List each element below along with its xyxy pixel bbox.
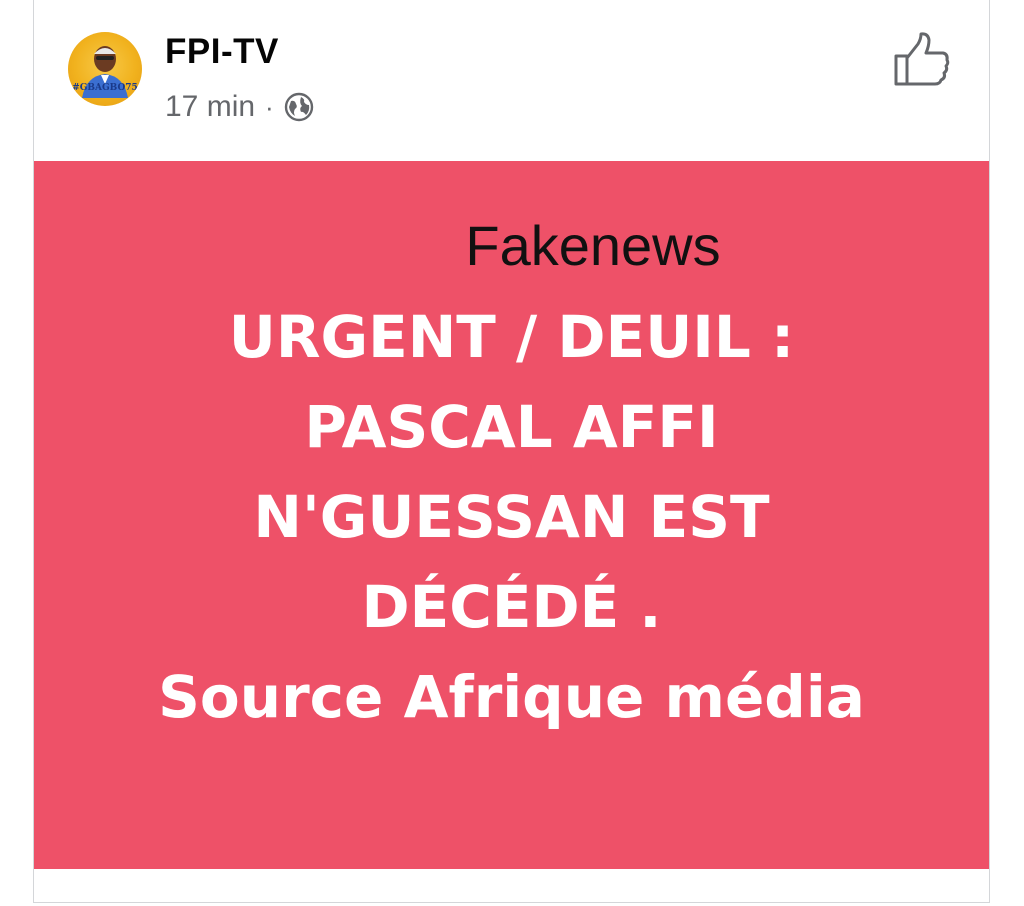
globe-icon[interactable] <box>284 92 314 122</box>
post-timestamp[interactable]: 17 min <box>165 90 255 124</box>
thumbs-up-icon[interactable] <box>892 30 952 88</box>
headline-line: URGENT / DEUIL : <box>228 303 795 371</box>
page-avatar[interactable]: #GBAGBO75 <box>68 32 142 106</box>
headline-text: URGENT / DEUIL : PASCAL AFFI N'GUESSAN E… <box>34 292 989 742</box>
page-name[interactable]: FPI-TV <box>165 32 279 72</box>
post-meta: 17 min · <box>165 88 314 126</box>
avatar-portrait <box>82 46 128 98</box>
headline-line: Source Afrique média <box>158 663 865 731</box>
meta-separator: · <box>265 91 274 122</box>
post-image[interactable]: Fakenews URGENT / DEUIL : PASCAL AFFI N'… <box>34 161 989 869</box>
headline-line: DÉCÉDÉ . <box>361 573 662 641</box>
headline-line: N'GUESSAN EST <box>253 483 770 551</box>
post-card: #GBAGBO75 FPI-TV 17 min · Fakenews URGEN… <box>33 0 990 903</box>
avatar-tag: #GBAGBO75 <box>72 83 138 93</box>
headline-line: PASCAL AFFI <box>304 393 719 461</box>
fakenews-label: Fakenews <box>465 214 721 277</box>
